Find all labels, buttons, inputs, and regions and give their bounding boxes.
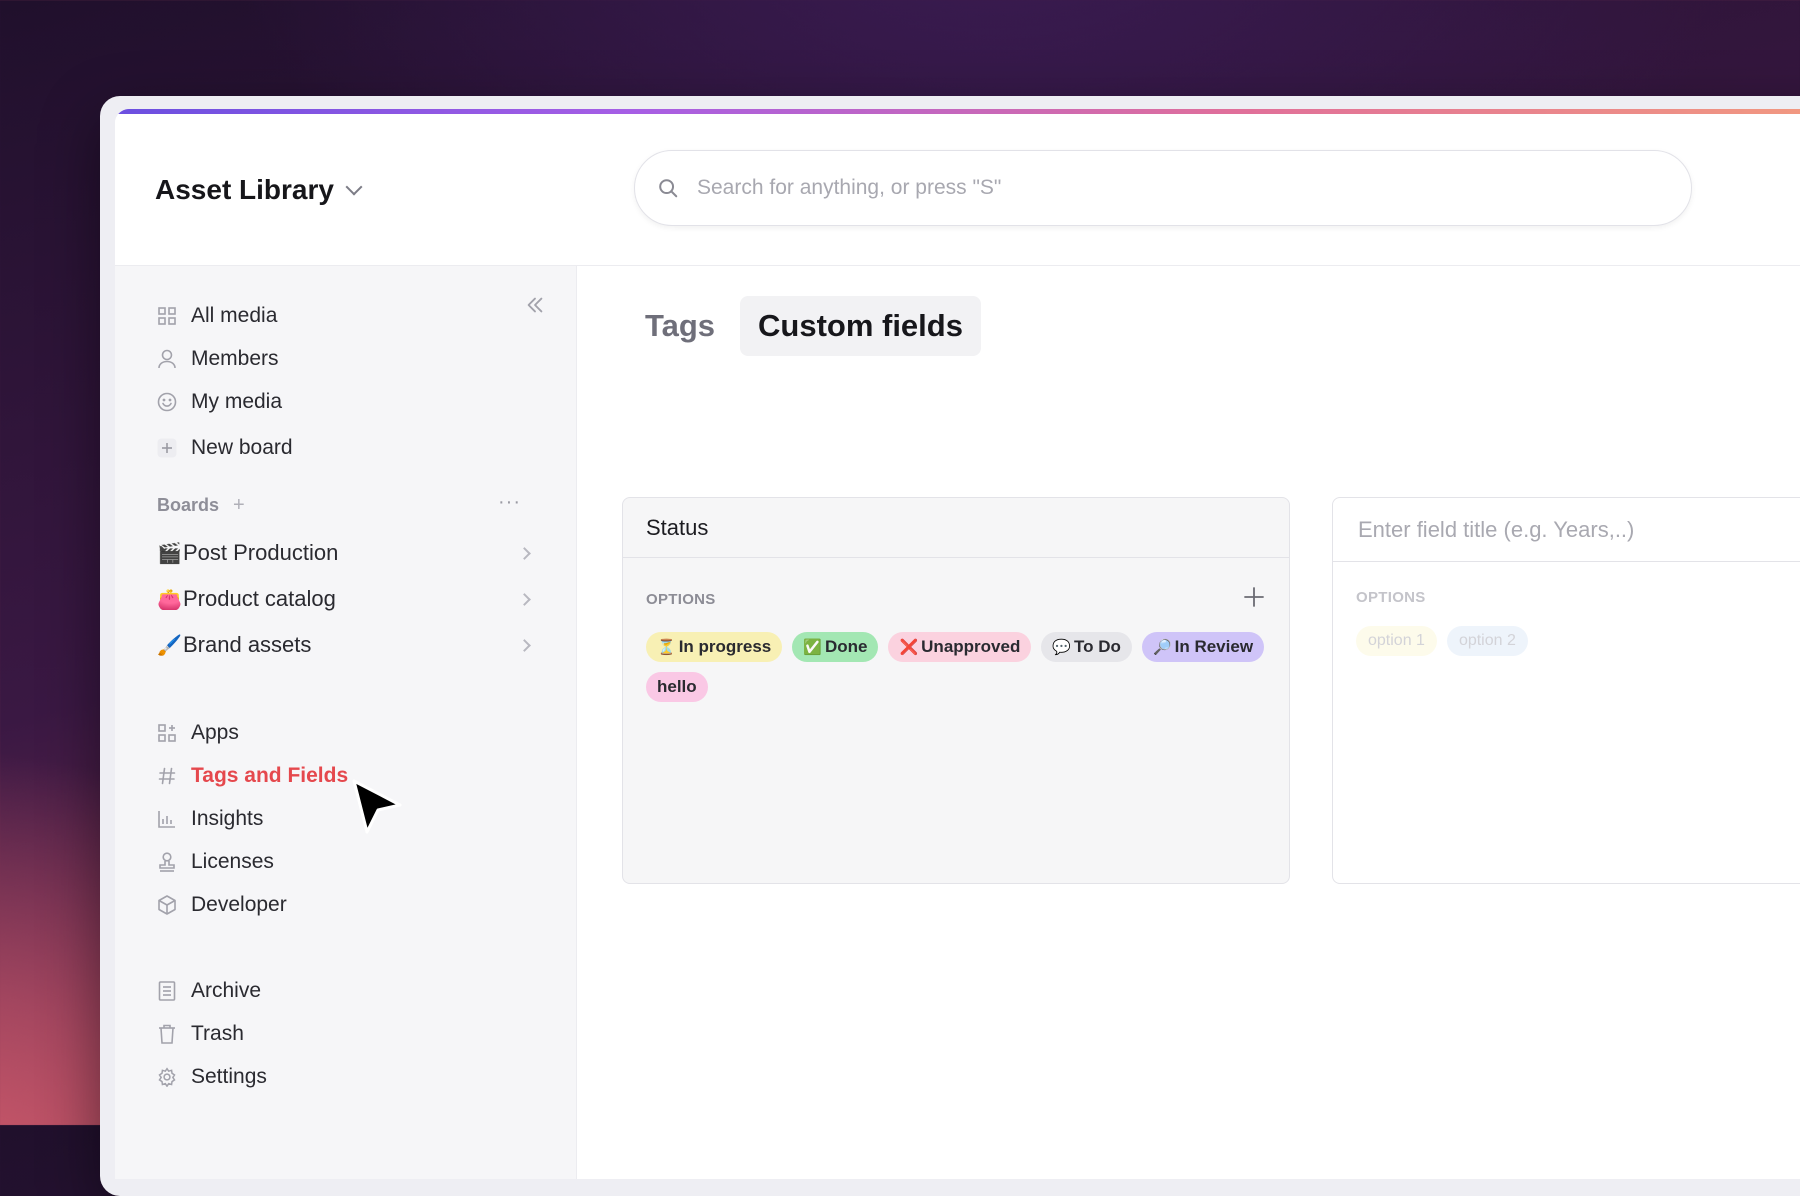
option-chips: ⏳ In progress ✅ Done ❌ Unapproved 💬 To Do 🔎 I…	[646, 632, 1276, 702]
sidebar-item-label: Insights	[191, 807, 264, 830]
gear-icon	[157, 1067, 177, 1087]
options-label: OPTIONS	[1356, 589, 1426, 606]
plus-icon	[157, 438, 177, 458]
sidebar-item-label: Settings	[191, 1065, 267, 1088]
chevron-right-icon	[518, 638, 531, 652]
options-label: OPTIONS	[646, 591, 716, 608]
sidebar-item-settings[interactable]: Settings	[157, 1065, 267, 1089]
search-bar[interactable]	[634, 150, 1692, 226]
sidebar-item-label: Apps	[191, 721, 239, 744]
search-icon	[659, 179, 678, 198]
chevron-right-icon	[518, 592, 531, 606]
apps-icon	[157, 723, 177, 743]
sidebar-item-developer[interactable]: Developer	[157, 893, 287, 917]
main-content: Tags Custom fields Status OPTIONS ⏳ In pr…	[577, 266, 1800, 1179]
mouse-cursor-icon	[352, 779, 402, 834]
top-bar: Asset Library	[115, 114, 1800, 266]
trash-icon	[157, 1024, 177, 1044]
option-chip-in-review[interactable]: 🔎 In Review	[1141, 632, 1265, 662]
sidebar-item-trash[interactable]: Trash	[157, 1022, 244, 1046]
cube-icon	[157, 895, 177, 915]
option-chip-unapproved[interactable]: ❌ Unapproved	[888, 632, 1032, 662]
sidebar-item-apps[interactable]: Apps	[157, 721, 239, 745]
board-label: Brand assets	[183, 632, 312, 657]
sidebar-item-tags-and-fields[interactable]: Tags and Fields	[157, 764, 348, 788]
tab-tags[interactable]: Tags	[640, 296, 720, 356]
sidebar-item-label: New board	[191, 436, 293, 459]
bar-chart-icon	[157, 809, 177, 829]
board-label: Post Production	[183, 540, 339, 565]
grid-icon	[157, 306, 177, 326]
sidebar-item-label: Archive	[191, 979, 262, 1002]
search-input[interactable]	[695, 175, 1599, 201]
sidebar-item-licenses[interactable]: Licenses	[157, 850, 274, 874]
board-emoji: 🖌️	[157, 634, 182, 657]
board-emoji: 👛	[157, 588, 182, 611]
sidebar-item-label: Developer	[191, 893, 287, 916]
smiley-icon	[157, 392, 177, 412]
sidebar-item-label: Trash	[191, 1022, 244, 1045]
option-chip-label: Done	[824, 637, 868, 656]
option-chip-placeholder[interactable]: option 1	[1356, 626, 1437, 656]
board-emoji: 🎬	[157, 542, 182, 565]
sidebar-item-label: My media	[191, 390, 283, 413]
add-board-icon[interactable]: +	[233, 494, 245, 517]
workspace-switcher[interactable]: Asset Library	[155, 174, 363, 206]
cross-icon: ❌	[899, 639, 919, 656]
boards-label: Boards	[157, 495, 220, 515]
stamp-icon	[157, 852, 177, 872]
option-chip-hello[interactable]: hello	[646, 672, 708, 702]
option-chip-label: hello	[657, 677, 697, 696]
add-option-icon[interactable]	[1243, 586, 1265, 613]
option-chip-label: In Review	[1174, 637, 1254, 656]
sidebar-item-label: Licenses	[191, 850, 274, 873]
option-chip-done[interactable]: ✅ Done	[792, 632, 879, 662]
sidebar-item-label: All media	[191, 304, 278, 327]
sidebar-item-label: Members	[191, 347, 279, 370]
custom-field-card-new: OPTIONS option 1 option 2	[1332, 497, 1800, 884]
tab-custom-fields[interactable]: Custom fields	[740, 296, 981, 356]
option-chip-label: In progress	[678, 637, 772, 656]
sidebar-item-label: Tags and Fields	[191, 764, 349, 787]
workspace-title: Asset Library	[155, 174, 334, 205]
chevron-right-icon	[518, 546, 531, 560]
sidebar-item-insights[interactable]: Insights	[157, 807, 263, 831]
board-product-catalog[interactable]: 👛 Product catalog	[157, 586, 531, 612]
sidebar-item-all-media[interactable]: All media	[157, 304, 277, 328]
sidebar-item-my-media[interactable]: My media	[157, 390, 282, 414]
person-icon	[157, 349, 177, 369]
speech-bubble-icon: 💬	[1052, 639, 1072, 656]
app-window: Asset Library All media Members My media…	[115, 109, 1800, 1179]
archive-icon	[157, 981, 177, 1001]
hourglass-icon: ⏳	[657, 639, 676, 656]
hash-icon	[157, 766, 177, 786]
sidebar-item-members[interactable]: Members	[157, 347, 279, 371]
collapse-sidebar-icon[interactable]	[524, 294, 546, 321]
board-brand-assets[interactable]: 🖌️ Brand assets	[157, 632, 531, 658]
more-icon[interactable]: ···	[498, 491, 521, 514]
option-chip-to-do[interactable]: 💬 To Do	[1041, 632, 1132, 662]
field-title[interactable]: Status	[623, 498, 1289, 558]
option-chip-label: To Do	[1074, 637, 1121, 656]
option-chips: option 1 option 2	[1356, 626, 1800, 656]
sidebar-item-archive[interactable]: Archive	[157, 979, 261, 1003]
board-label: Product catalog	[183, 586, 336, 611]
check-icon: ✅	[803, 639, 822, 656]
custom-field-card-status: Status OPTIONS ⏳ In progress ✅ Done ❌ Unapp…	[622, 497, 1290, 884]
magnifier-icon: 🔎	[1152, 639, 1172, 656]
option-chip-in-progress[interactable]: ⏳ In progress	[646, 632, 783, 662]
sidebar: All media Members My media New board Boa…	[115, 266, 577, 1179]
chevron-down-icon	[345, 178, 363, 196]
field-title-input[interactable]	[1356, 515, 1800, 544]
field-title-row	[1333, 498, 1800, 562]
board-post-production[interactable]: 🎬 Post Production	[157, 540, 531, 566]
option-chip-placeholder[interactable]: option 2	[1446, 626, 1528, 656]
new-board-button[interactable]: New board	[157, 436, 293, 460]
boards-section-header: Boards +	[157, 494, 245, 517]
option-chip-label: Unapproved	[921, 637, 1021, 656]
